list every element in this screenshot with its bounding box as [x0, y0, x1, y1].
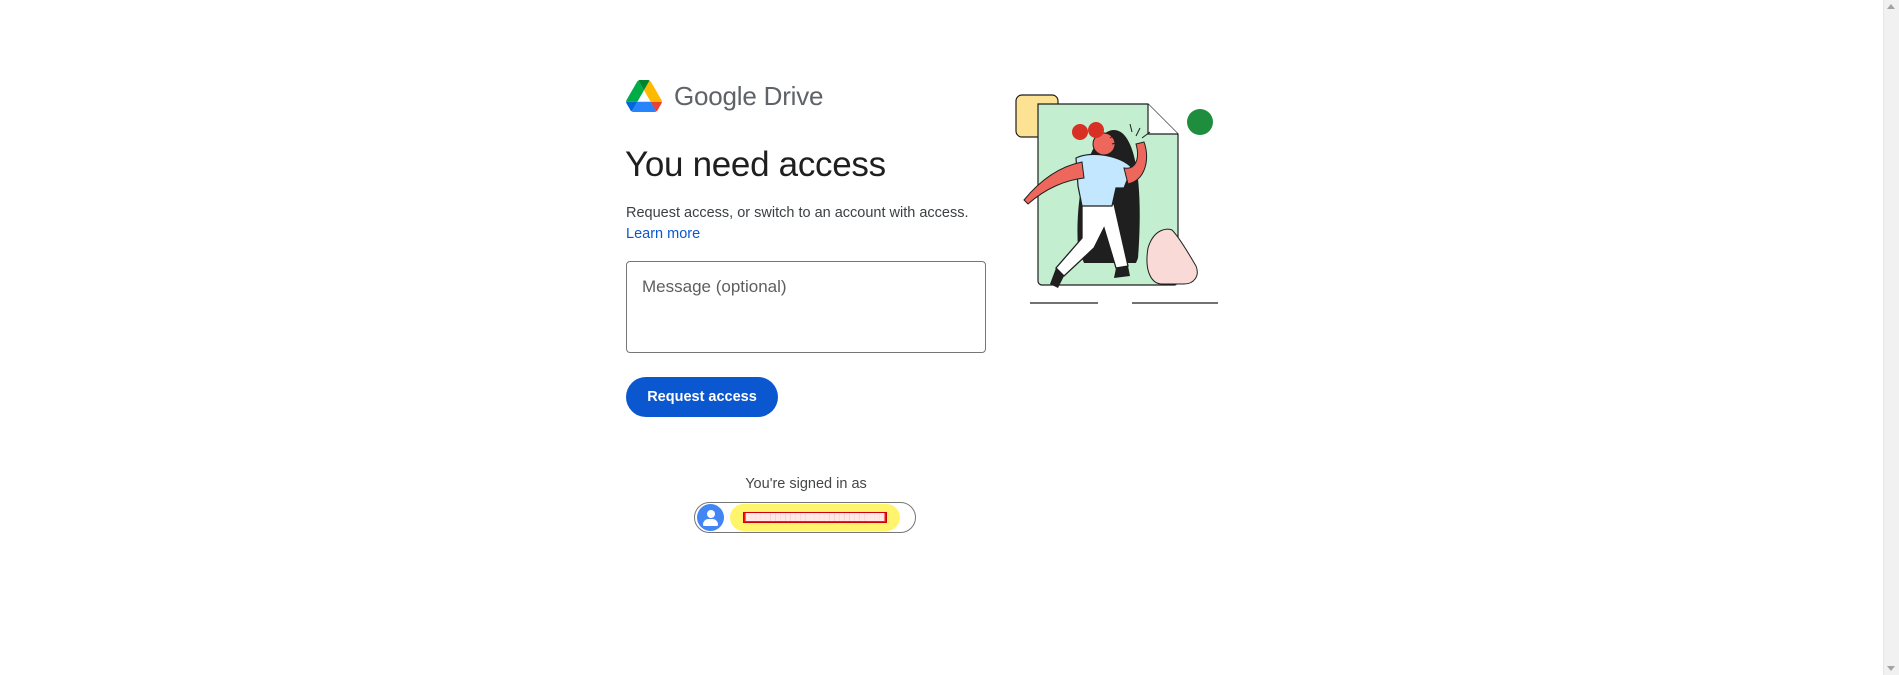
vertical-scrollbar[interactable] [1883, 0, 1899, 675]
scroll-up-arrow-icon[interactable] [1887, 4, 1895, 9]
google-drive-header: Google Drive [626, 80, 824, 112]
description-text: Request access, or switch to an account … [626, 205, 969, 221]
person-walking-out-of-document-illustration [1015, 94, 1218, 304]
message-input[interactable] [626, 261, 986, 353]
learn-more-link[interactable]: Learn more [626, 224, 700, 245]
brand-google-text: Google [674, 80, 757, 111]
brand-product-text: Drive [763, 80, 824, 111]
brand-wordmark: Google Drive [674, 80, 824, 112]
person-avatar-icon [697, 504, 724, 531]
google-drive-logo-icon [626, 80, 662, 112]
access-description: Request access, or switch to an account … [626, 203, 969, 245]
scroll-down-arrow-icon[interactable] [1887, 666, 1895, 671]
account-switcher-chip[interactable]: ████████████████████████████ [694, 502, 916, 533]
signed-in-label: You're signed in as [745, 476, 867, 492]
page-title: You need access [625, 145, 886, 184]
email-highlight: ████████████████████████████ [730, 504, 900, 531]
account-email: ████████████████████████████ [742, 512, 888, 523]
request-access-button[interactable]: Request access [626, 377, 778, 417]
